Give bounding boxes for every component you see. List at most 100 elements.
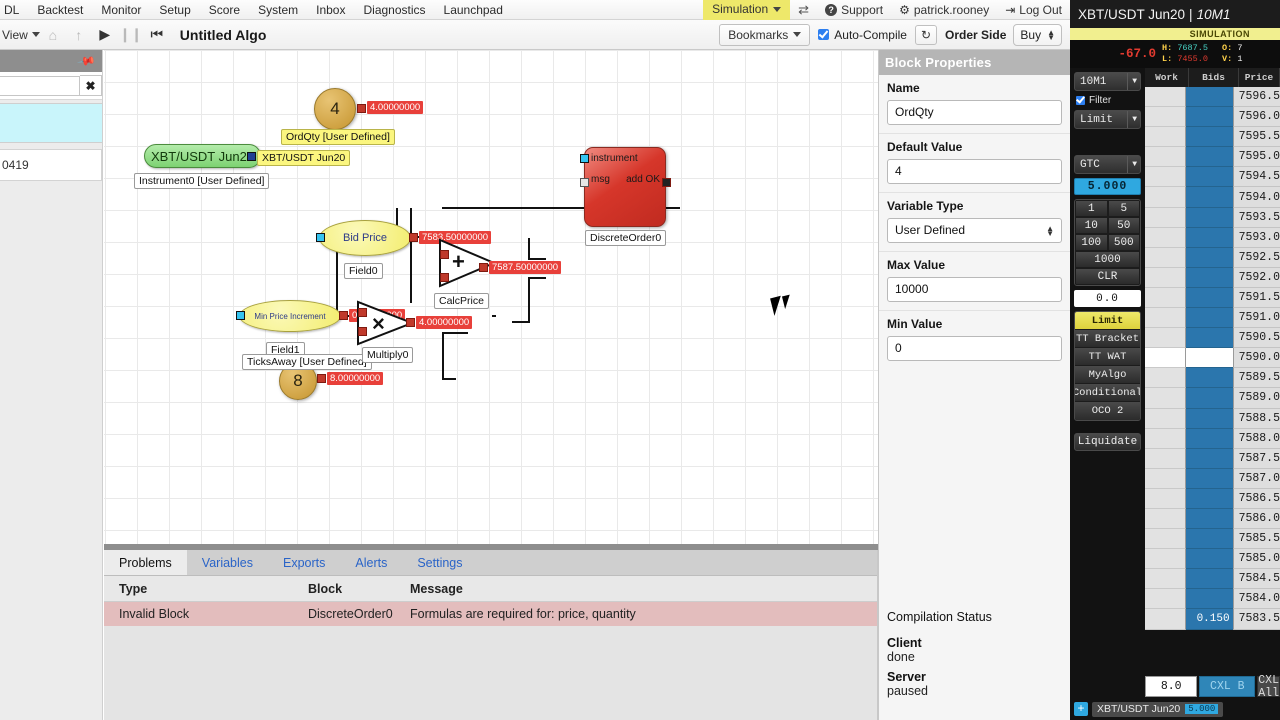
add-icon[interactable]: + xyxy=(1074,702,1088,716)
ladder-row[interactable]: 7588.0 xyxy=(1145,428,1280,449)
ladder-cell-price[interactable]: 7587.0 xyxy=(1232,468,1280,489)
ladder-row[interactable]: 7595.5 xyxy=(1145,127,1280,148)
sync-button[interactable]: ⇄ xyxy=(790,2,817,18)
qty-button-1000[interactable]: 1000 xyxy=(1075,251,1140,268)
home-icon[interactable]: ⌂ xyxy=(40,27,66,43)
ladder-cell-work[interactable] xyxy=(1145,287,1186,309)
order-button-tt-wat[interactable]: TT WAT xyxy=(1075,348,1140,366)
ladder-cell-work[interactable] xyxy=(1145,227,1186,248)
node-field0-output-port[interactable] xyxy=(409,233,418,242)
ladder-cell-bid[interactable] xyxy=(1185,368,1233,389)
ladder-cell-bid[interactable] xyxy=(1185,569,1233,590)
footer-qty-field[interactable]: 8.0 xyxy=(1145,676,1198,697)
node-ordqty-output-port[interactable] xyxy=(357,104,366,113)
ladder-cell-price[interactable]: 7584.0 xyxy=(1232,589,1280,610)
ladder-row[interactable]: 7590.0 xyxy=(1145,348,1280,369)
ladder-cell-price[interactable]: 7588.5 xyxy=(1232,408,1280,429)
node-multiply0-input-port-2[interactable] xyxy=(358,327,367,336)
ladder-cell-bid[interactable] xyxy=(1185,549,1233,570)
ladder-cell-work[interactable] xyxy=(1145,267,1186,288)
name-field[interactable]: OrdQty xyxy=(887,100,1062,125)
logout-button[interactable]: ⇥ Log Out xyxy=(997,3,1070,17)
ladder-row[interactable]: 7587.5 xyxy=(1145,448,1280,469)
order-type-select[interactable]: Limit ▼ xyxy=(1074,110,1141,129)
ladder-cell-bid[interactable] xyxy=(1185,388,1233,409)
search-input[interactable] xyxy=(0,75,80,96)
sidebar-list-item[interactable]: 0419 xyxy=(0,149,102,181)
qty-button-1[interactable]: 1 xyxy=(1075,200,1108,217)
ladder-row[interactable]: 7587.0 xyxy=(1145,468,1280,489)
play-icon[interactable]: ▶ xyxy=(92,26,118,43)
price-ladder[interactable]: Work Bids Price 7596.5 7596.0 7595.5 7595.0… xyxy=(1145,68,1280,674)
ladder-row[interactable]: 7596.0 xyxy=(1145,107,1280,128)
ladder-cell-bid[interactable] xyxy=(1185,348,1233,369)
qty-button-clear[interactable]: CLR xyxy=(1075,268,1140,285)
ladder-cell-work[interactable] xyxy=(1145,569,1186,590)
auto-compile-toggle[interactable]: Auto-Compile xyxy=(818,28,907,42)
support-button[interactable]: ? Support xyxy=(817,3,891,17)
ladder-cell-bid[interactable] xyxy=(1185,508,1233,530)
ladder-cell-bid[interactable] xyxy=(1185,589,1233,610)
ladder-row[interactable]: 7594.5 xyxy=(1145,167,1280,188)
ladder-cell-price[interactable]: 7592.5 xyxy=(1232,247,1280,268)
order-button-limit[interactable]: Limit xyxy=(1075,312,1140,330)
ladder-cell-price[interactable]: 7591.0 xyxy=(1232,308,1280,329)
ladder-cell-price[interactable]: 7586.5 xyxy=(1232,488,1280,509)
ladder-row[interactable]: 7588.5 xyxy=(1145,408,1280,429)
ladder-cell-work[interactable] xyxy=(1145,488,1186,509)
ladder-cell-price[interactable]: 7586.0 xyxy=(1232,508,1280,530)
user-account-button[interactable]: ⚙ patrick.rooney xyxy=(891,3,997,17)
order-button-myalgo[interactable]: MyAlgo xyxy=(1075,366,1140,384)
menu-item-system[interactable]: System xyxy=(249,0,307,20)
node-calcprice-output-port[interactable] xyxy=(479,263,488,272)
node-discreteorder0-input-instrument[interactable] xyxy=(580,154,589,163)
menu-item-dl[interactable]: DL xyxy=(0,0,28,20)
menu-item-monitor[interactable]: Monitor xyxy=(92,0,150,20)
ladder-cell-bid[interactable] xyxy=(1185,87,1233,108)
tab-exports[interactable]: Exports xyxy=(268,550,340,575)
feed-select[interactable]: 10M1 ▼ xyxy=(1074,72,1141,91)
ladder-cell-bid[interactable] xyxy=(1185,247,1233,268)
ladder-cell-bid[interactable] xyxy=(1185,408,1233,429)
ladder-row[interactable]: 7594.0 xyxy=(1145,187,1280,208)
order-side-select[interactable]: Buy ▲ ▼ xyxy=(1013,23,1062,46)
pause-icon[interactable]: ❙❙ xyxy=(118,26,144,43)
node-multiply0-input-port-1[interactable] xyxy=(358,308,367,317)
pin-icon[interactable]: 📌 xyxy=(76,51,96,71)
ladder-cell-bid[interactable] xyxy=(1185,267,1233,288)
ladder-cell-work[interactable] xyxy=(1145,87,1186,108)
ladder-row[interactable]: 7585.0 xyxy=(1145,549,1280,570)
node-field0-input-port[interactable] xyxy=(316,233,325,242)
ladder-cell-work[interactable] xyxy=(1145,308,1186,329)
ladder-cell-bid[interactable] xyxy=(1185,187,1233,208)
node-calcprice-input-port-1[interactable] xyxy=(440,250,449,259)
menu-item-diagnostics[interactable]: Diagnostics xyxy=(354,0,434,20)
ladder-cell-price[interactable]: 7590.0 xyxy=(1232,348,1280,369)
node-field1[interactable]: Min Price Increment xyxy=(239,300,341,332)
ladder-cell-price[interactable]: 7591.5 xyxy=(1232,287,1280,309)
qty-button-500[interactable]: 500 xyxy=(1107,234,1140,251)
menu-item-backtest[interactable]: Backtest xyxy=(28,0,92,20)
step-back-icon[interactable]: ⏮ xyxy=(144,26,170,43)
ladder-row[interactable]: 7590.5 xyxy=(1145,328,1280,349)
variable-type-select[interactable]: User Defined ▲ ▼ xyxy=(887,218,1062,243)
tab-problems[interactable]: Problems xyxy=(104,550,187,575)
footer-instrument-tag[interactable]: XBT/USDT Jun20 5.000 xyxy=(1092,701,1224,717)
ladder-cell-work[interactable] xyxy=(1145,529,1186,550)
ladder-cell-work[interactable] xyxy=(1145,508,1186,530)
qty-button-50[interactable]: 50 xyxy=(1107,217,1140,234)
ladder-cell-work[interactable] xyxy=(1145,388,1186,409)
qty-button-5[interactable]: 5 xyxy=(1107,200,1140,217)
tab-variables[interactable]: Variables xyxy=(187,550,268,575)
ladder-cell-bid[interactable] xyxy=(1185,328,1233,349)
ladder-cell-bid[interactable] xyxy=(1185,529,1233,550)
recompile-button[interactable]: ↻ xyxy=(914,24,938,45)
node-ordqty[interactable]: 4 xyxy=(314,88,356,130)
ladder-row[interactable]: 7585.5 xyxy=(1145,529,1280,550)
ladder-cell-work[interactable] xyxy=(1145,609,1186,630)
default-value-field[interactable]: 4 xyxy=(887,159,1062,184)
ladder-cell-work[interactable] xyxy=(1145,328,1186,349)
ladder-cell-work[interactable] xyxy=(1145,589,1186,610)
ladder-row[interactable]: 7591.0 xyxy=(1145,308,1280,329)
ladder-cell-bid[interactable] xyxy=(1185,147,1233,168)
